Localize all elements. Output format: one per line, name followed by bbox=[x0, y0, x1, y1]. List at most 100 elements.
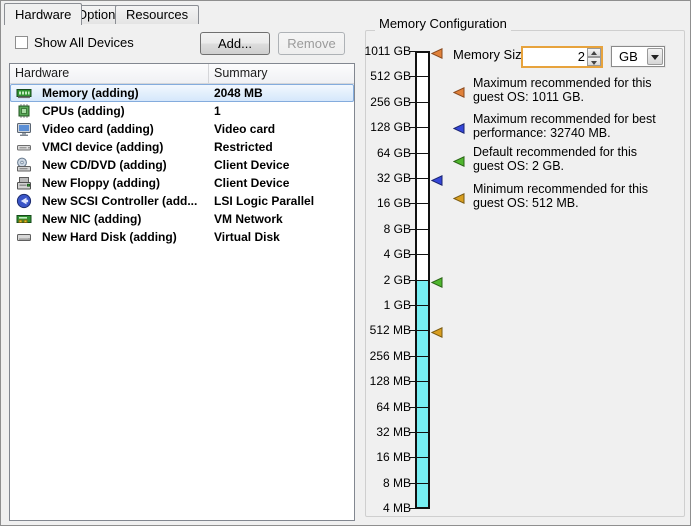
vmci-device-icon bbox=[16, 139, 32, 155]
device-name: New SCSI Controller (add... bbox=[42, 192, 210, 210]
recommendation-note: Maximum recommended for thisguest OS: 10… bbox=[453, 76, 678, 110]
slider-tick bbox=[409, 330, 430, 331]
slider-tick bbox=[409, 356, 430, 357]
nic-icon bbox=[16, 211, 32, 227]
recommendation-note: Minimum recommended for thisguest OS: 51… bbox=[453, 182, 678, 216]
table-row[interactable]: New Hard Disk (adding)Virtual Disk bbox=[10, 228, 354, 246]
slider-tick bbox=[409, 153, 430, 154]
add-button-label: Add... bbox=[201, 33, 269, 54]
slider-tick bbox=[409, 203, 430, 204]
remove-button-label: Remove bbox=[279, 33, 344, 54]
hard-disk-icon bbox=[16, 229, 32, 245]
slider-tick-label: 2 GB bbox=[363, 274, 411, 286]
table-row[interactable]: New CD/DVD (adding)Client Device bbox=[10, 156, 354, 174]
device-list: Hardware Summary Memory (adding)2048 MBC… bbox=[9, 63, 355, 521]
slider-tick-label: 128 MB bbox=[363, 375, 411, 387]
device-rows: Memory (adding)2048 MBCPUs (adding)1Vide… bbox=[10, 84, 354, 246]
default-recommended-marker-icon bbox=[431, 275, 443, 286]
device-summary: LSI Logic Parallel bbox=[214, 192, 352, 210]
tab-hardware[interactable]: Hardware bbox=[4, 3, 82, 25]
slider-tick-label: 16 MB bbox=[363, 451, 411, 463]
device-summary: VM Network bbox=[214, 210, 352, 228]
table-row[interactable]: Memory (adding)2048 MB bbox=[10, 84, 354, 102]
slider-tick bbox=[409, 254, 430, 255]
table-row[interactable]: CPUs (adding)1 bbox=[10, 102, 354, 120]
device-name: Memory (adding) bbox=[42, 84, 210, 102]
cpu-icon bbox=[16, 103, 32, 119]
slider-tick bbox=[409, 102, 430, 103]
table-row[interactable]: New SCSI Controller (add...LSI Logic Par… bbox=[10, 192, 354, 210]
slider-tick-label: 4 MB bbox=[363, 502, 411, 514]
slider-tick-label: 1 GB bbox=[363, 299, 411, 311]
device-summary: Restricted bbox=[214, 138, 352, 156]
column-header-hardware[interactable]: Hardware bbox=[10, 64, 209, 83]
table-row[interactable]: Video card (adding)Video card bbox=[10, 120, 354, 138]
slider-tick bbox=[409, 229, 430, 230]
slider-tick-label: 64 GB bbox=[363, 147, 411, 159]
slider-tick-label: 512 GB bbox=[363, 70, 411, 82]
slider-tick bbox=[409, 178, 430, 179]
device-summary: Video card bbox=[214, 120, 352, 138]
minimum-recommended-marker-icon bbox=[431, 325, 443, 336]
table-row[interactable]: New NIC (adding)VM Network bbox=[10, 210, 354, 228]
table-row[interactable]: New Floppy (adding)Client Device bbox=[10, 174, 354, 192]
recommendation-note: Default recommended for thisguest OS: 2 … bbox=[453, 145, 678, 179]
memory-unit-dropdown[interactable]: GB bbox=[611, 46, 665, 67]
slider-tick-label: 128 GB bbox=[363, 121, 411, 133]
add-button[interactable]: Add... bbox=[200, 32, 270, 55]
note-text: Maximum recommended for bestperformance:… bbox=[473, 112, 656, 140]
slider-tick-label: 256 GB bbox=[363, 96, 411, 108]
device-name: CPUs (adding) bbox=[42, 102, 210, 120]
slider-tick bbox=[409, 432, 430, 433]
device-summary: 2048 MB bbox=[214, 84, 352, 102]
slider-tick-label: 64 MB bbox=[363, 401, 411, 413]
device-name: New NIC (adding) bbox=[42, 210, 210, 228]
chevron-down-icon[interactable] bbox=[647, 48, 663, 65]
slider-tick-label: 32 GB bbox=[363, 172, 411, 184]
device-name: New Hard Disk (adding) bbox=[42, 228, 210, 246]
device-name: Video card (adding) bbox=[42, 120, 210, 138]
scsi-controller-icon bbox=[16, 193, 32, 209]
spin-up-button[interactable] bbox=[587, 48, 601, 57]
memory-slider-fill bbox=[417, 280, 428, 507]
slider-tick bbox=[409, 457, 430, 458]
vm-settings-dialog: Hardware Options Resources Show All Devi… bbox=[0, 0, 691, 526]
show-all-devices-label: Show All Devices bbox=[34, 35, 134, 50]
maximum-best-performance-marker-icon bbox=[431, 173, 443, 184]
device-summary: Virtual Disk bbox=[214, 228, 352, 246]
remove-button[interactable]: Remove bbox=[278, 32, 345, 55]
slider-tick bbox=[409, 127, 430, 128]
spin-down-button[interactable] bbox=[587, 57, 601, 66]
memory-unit-value: GB bbox=[619, 47, 638, 66]
slider-tick bbox=[409, 508, 430, 509]
device-name: VMCI device (adding) bbox=[42, 138, 210, 156]
device-summary: Client Device bbox=[214, 156, 352, 174]
slider-tick-label: 512 MB bbox=[363, 324, 411, 336]
slider-tick-label: 1011 GB bbox=[363, 45, 411, 57]
note-text: Minimum recommended for thisguest OS: 51… bbox=[473, 182, 648, 210]
slider-tick-label: 16 GB bbox=[363, 197, 411, 209]
slider-tick bbox=[409, 280, 430, 281]
device-name: New Floppy (adding) bbox=[42, 174, 210, 192]
slider-tick bbox=[409, 76, 430, 77]
memory-configuration-title: Memory Configuration bbox=[375, 16, 511, 31]
cd-dvd-icon bbox=[16, 157, 32, 173]
floppy-icon bbox=[16, 175, 32, 191]
video-card-icon bbox=[16, 121, 32, 137]
slider-tick-label: 4 GB bbox=[363, 248, 411, 260]
slider-tick-label: 8 GB bbox=[363, 223, 411, 235]
memory-size-value: 2 bbox=[578, 48, 585, 66]
column-header-summary[interactable]: Summary bbox=[209, 64, 354, 83]
device-name: New CD/DVD (adding) bbox=[42, 156, 210, 174]
slider-tick bbox=[409, 51, 430, 52]
show-all-devices-checkbox[interactable] bbox=[15, 36, 28, 49]
device-summary: 1 bbox=[214, 102, 352, 120]
memory-size-input[interactable]: 2 bbox=[521, 46, 603, 68]
slider-tick-label: 8 MB bbox=[363, 477, 411, 489]
recommendation-note: Maximum recommended for bestperformance:… bbox=[453, 112, 678, 146]
slider-tick bbox=[409, 483, 430, 484]
slider-tick-label: 256 MB bbox=[363, 350, 411, 362]
table-row[interactable]: VMCI device (adding)Restricted bbox=[10, 138, 354, 156]
tab-resources[interactable]: Resources bbox=[115, 5, 199, 24]
slider-tick bbox=[409, 305, 430, 306]
